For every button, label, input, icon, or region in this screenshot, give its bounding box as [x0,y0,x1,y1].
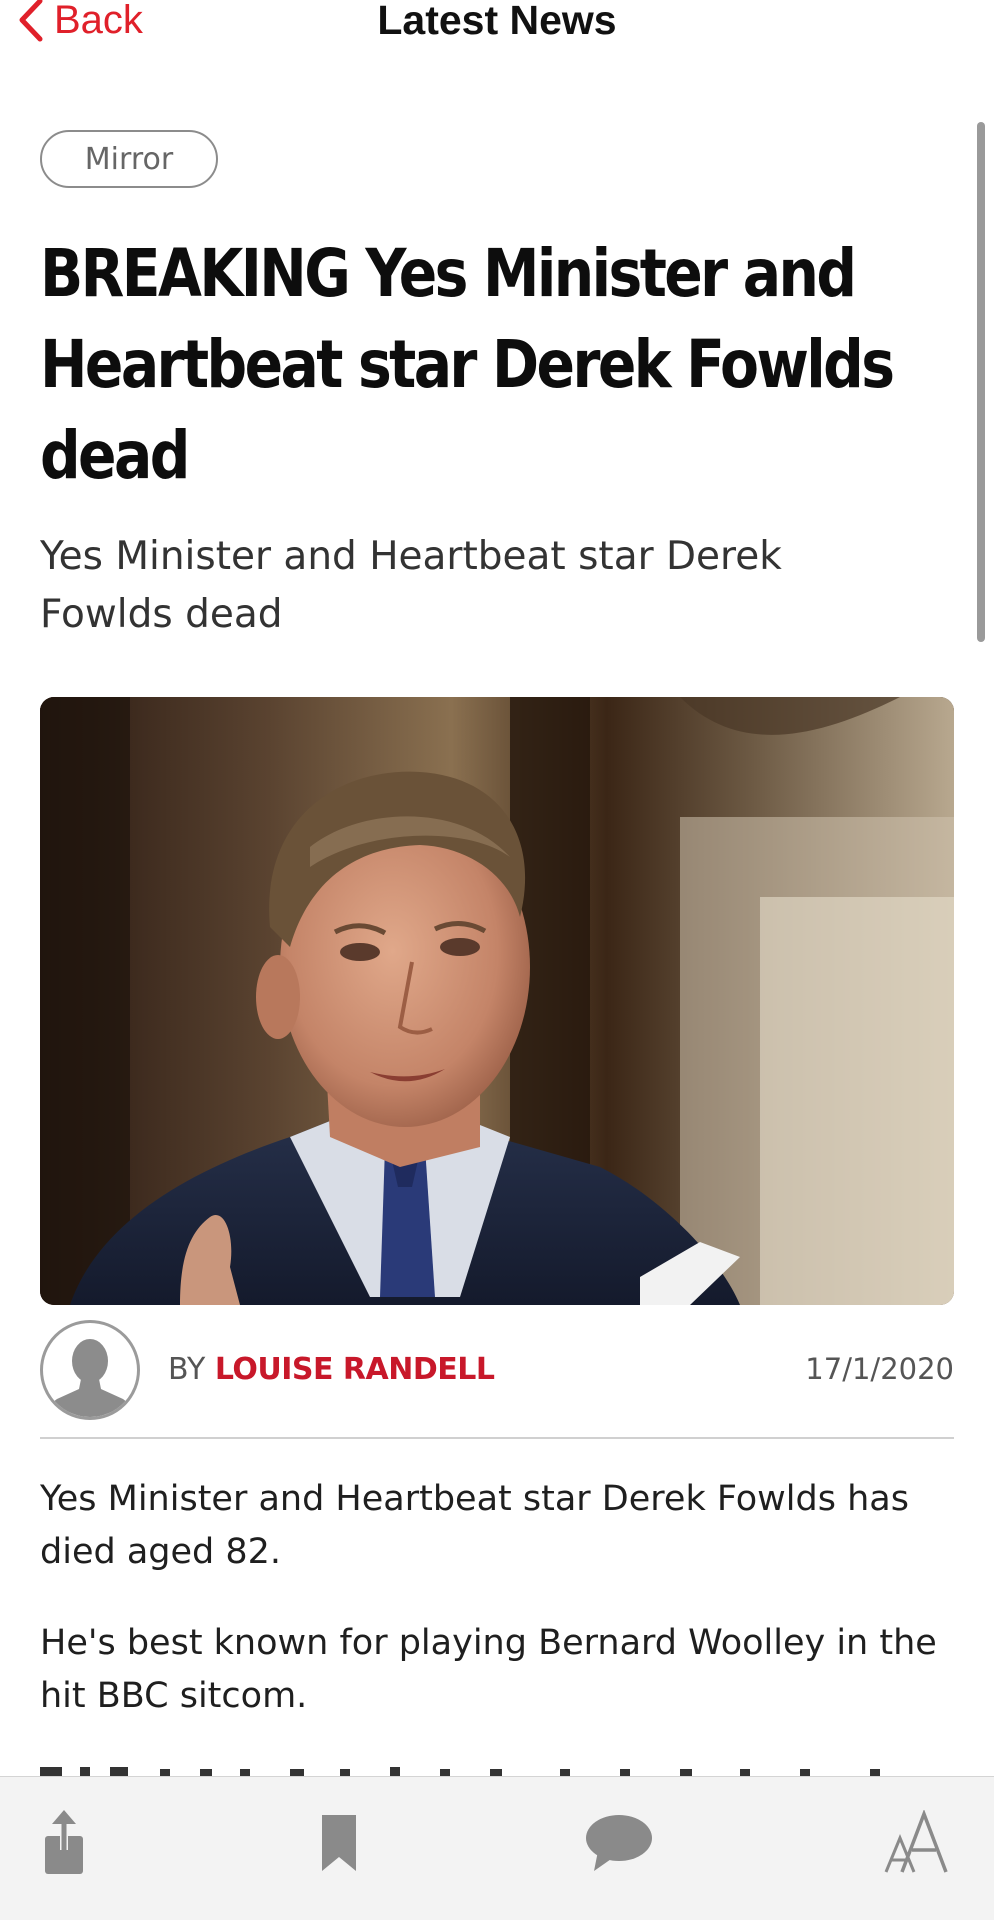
text-size-button[interactable] [876,1803,956,1883]
publish-date: 17/1/2020 [805,1352,954,1386]
bookmark-button[interactable] [299,1803,379,1883]
article-paragraph-cutoff [40,1763,920,1777]
nav-bar: Back Latest News [0,0,994,52]
author-avatar[interactable] [40,1320,140,1420]
article-paragraph: He's best known for playing Bernard Wool… [40,1623,937,1716]
hero-photo [40,697,954,1305]
comment-button[interactable] [579,1803,659,1883]
bookmark-icon [322,1815,356,1871]
byline-row: BY LOUISE RANDELL 17/1/2020 [40,1320,954,1424]
divider [40,1437,954,1439]
share-button[interactable] [24,1803,104,1883]
text-size-icon [884,1810,948,1873]
bottom-toolbar [0,1776,994,1920]
share-icon [45,1810,83,1874]
byline-prefix: BY [168,1352,206,1387]
hero-image[interactable] [40,697,954,1305]
user-icon [45,1339,135,1417]
article-headline: BREAKING Yes Minister and Heartbeat star… [40,235,895,494]
byline: BY LOUISE RANDELL [168,1352,495,1387]
source-badge[interactable]: Mirror [40,130,218,188]
scroll-indicator[interactable] [977,122,985,642]
page-title: Latest News [377,0,617,43]
article-paragraph: Yes Minister and Heartbeat star Derek Fo… [40,1479,909,1572]
author-name[interactable]: LOUISE RANDELL [215,1352,495,1387]
comment-icon [586,1815,652,1871]
article-subheadline: Yes Minister and Heartbeat star Derek Fo… [40,534,782,637]
